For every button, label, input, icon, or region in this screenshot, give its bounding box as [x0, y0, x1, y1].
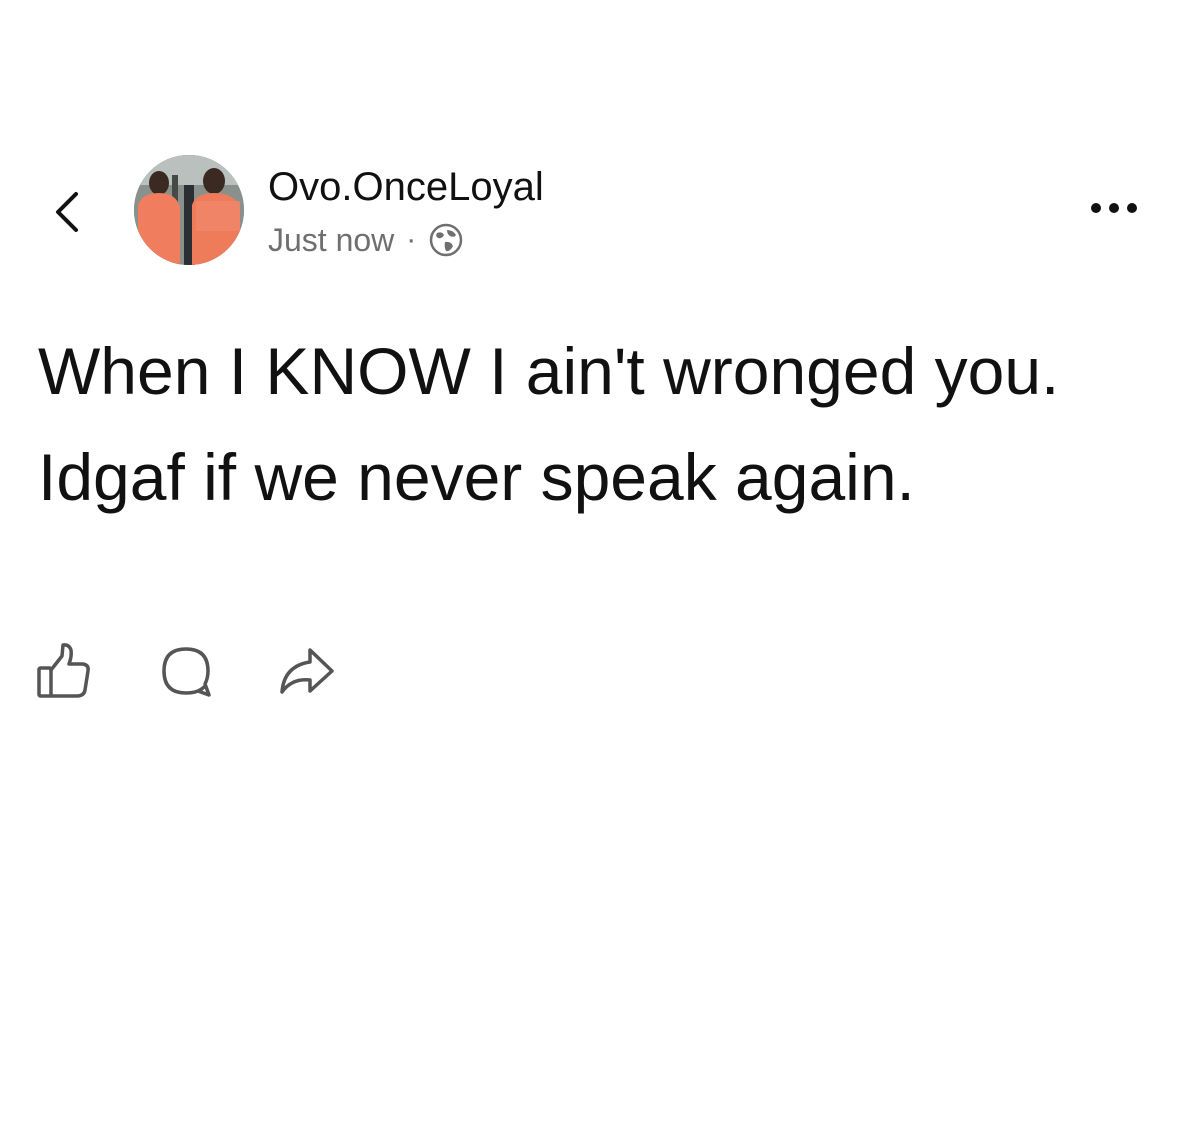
avatar[interactable] — [134, 155, 244, 265]
comment-icon — [162, 647, 211, 697]
post-meta: Just now · — [268, 220, 464, 260]
more-horizontal-icon — [1091, 203, 1137, 213]
like-button[interactable] — [36, 640, 96, 702]
chevron-left-icon — [56, 192, 78, 232]
share-button[interactable] — [276, 640, 336, 702]
more-options-button[interactable] — [1084, 194, 1144, 222]
back-button[interactable] — [46, 184, 90, 240]
share-icon — [280, 648, 334, 694]
comment-button[interactable] — [156, 640, 216, 702]
meta-separator: · — [406, 223, 417, 256]
post-header: Ovo.OnceLoyal Just now · — [0, 150, 1179, 270]
thumbs-up-icon — [37, 643, 90, 698]
post-actions — [36, 640, 356, 702]
avatar-image — [134, 155, 244, 265]
timestamp: Just now — [268, 222, 395, 258]
author-name[interactable]: Ovo.OnceLoyal — [268, 164, 544, 210]
globe-icon — [428, 222, 464, 258]
post-text: When I KNOW I ain't wronged you. Idgaf i… — [38, 334, 1060, 514]
